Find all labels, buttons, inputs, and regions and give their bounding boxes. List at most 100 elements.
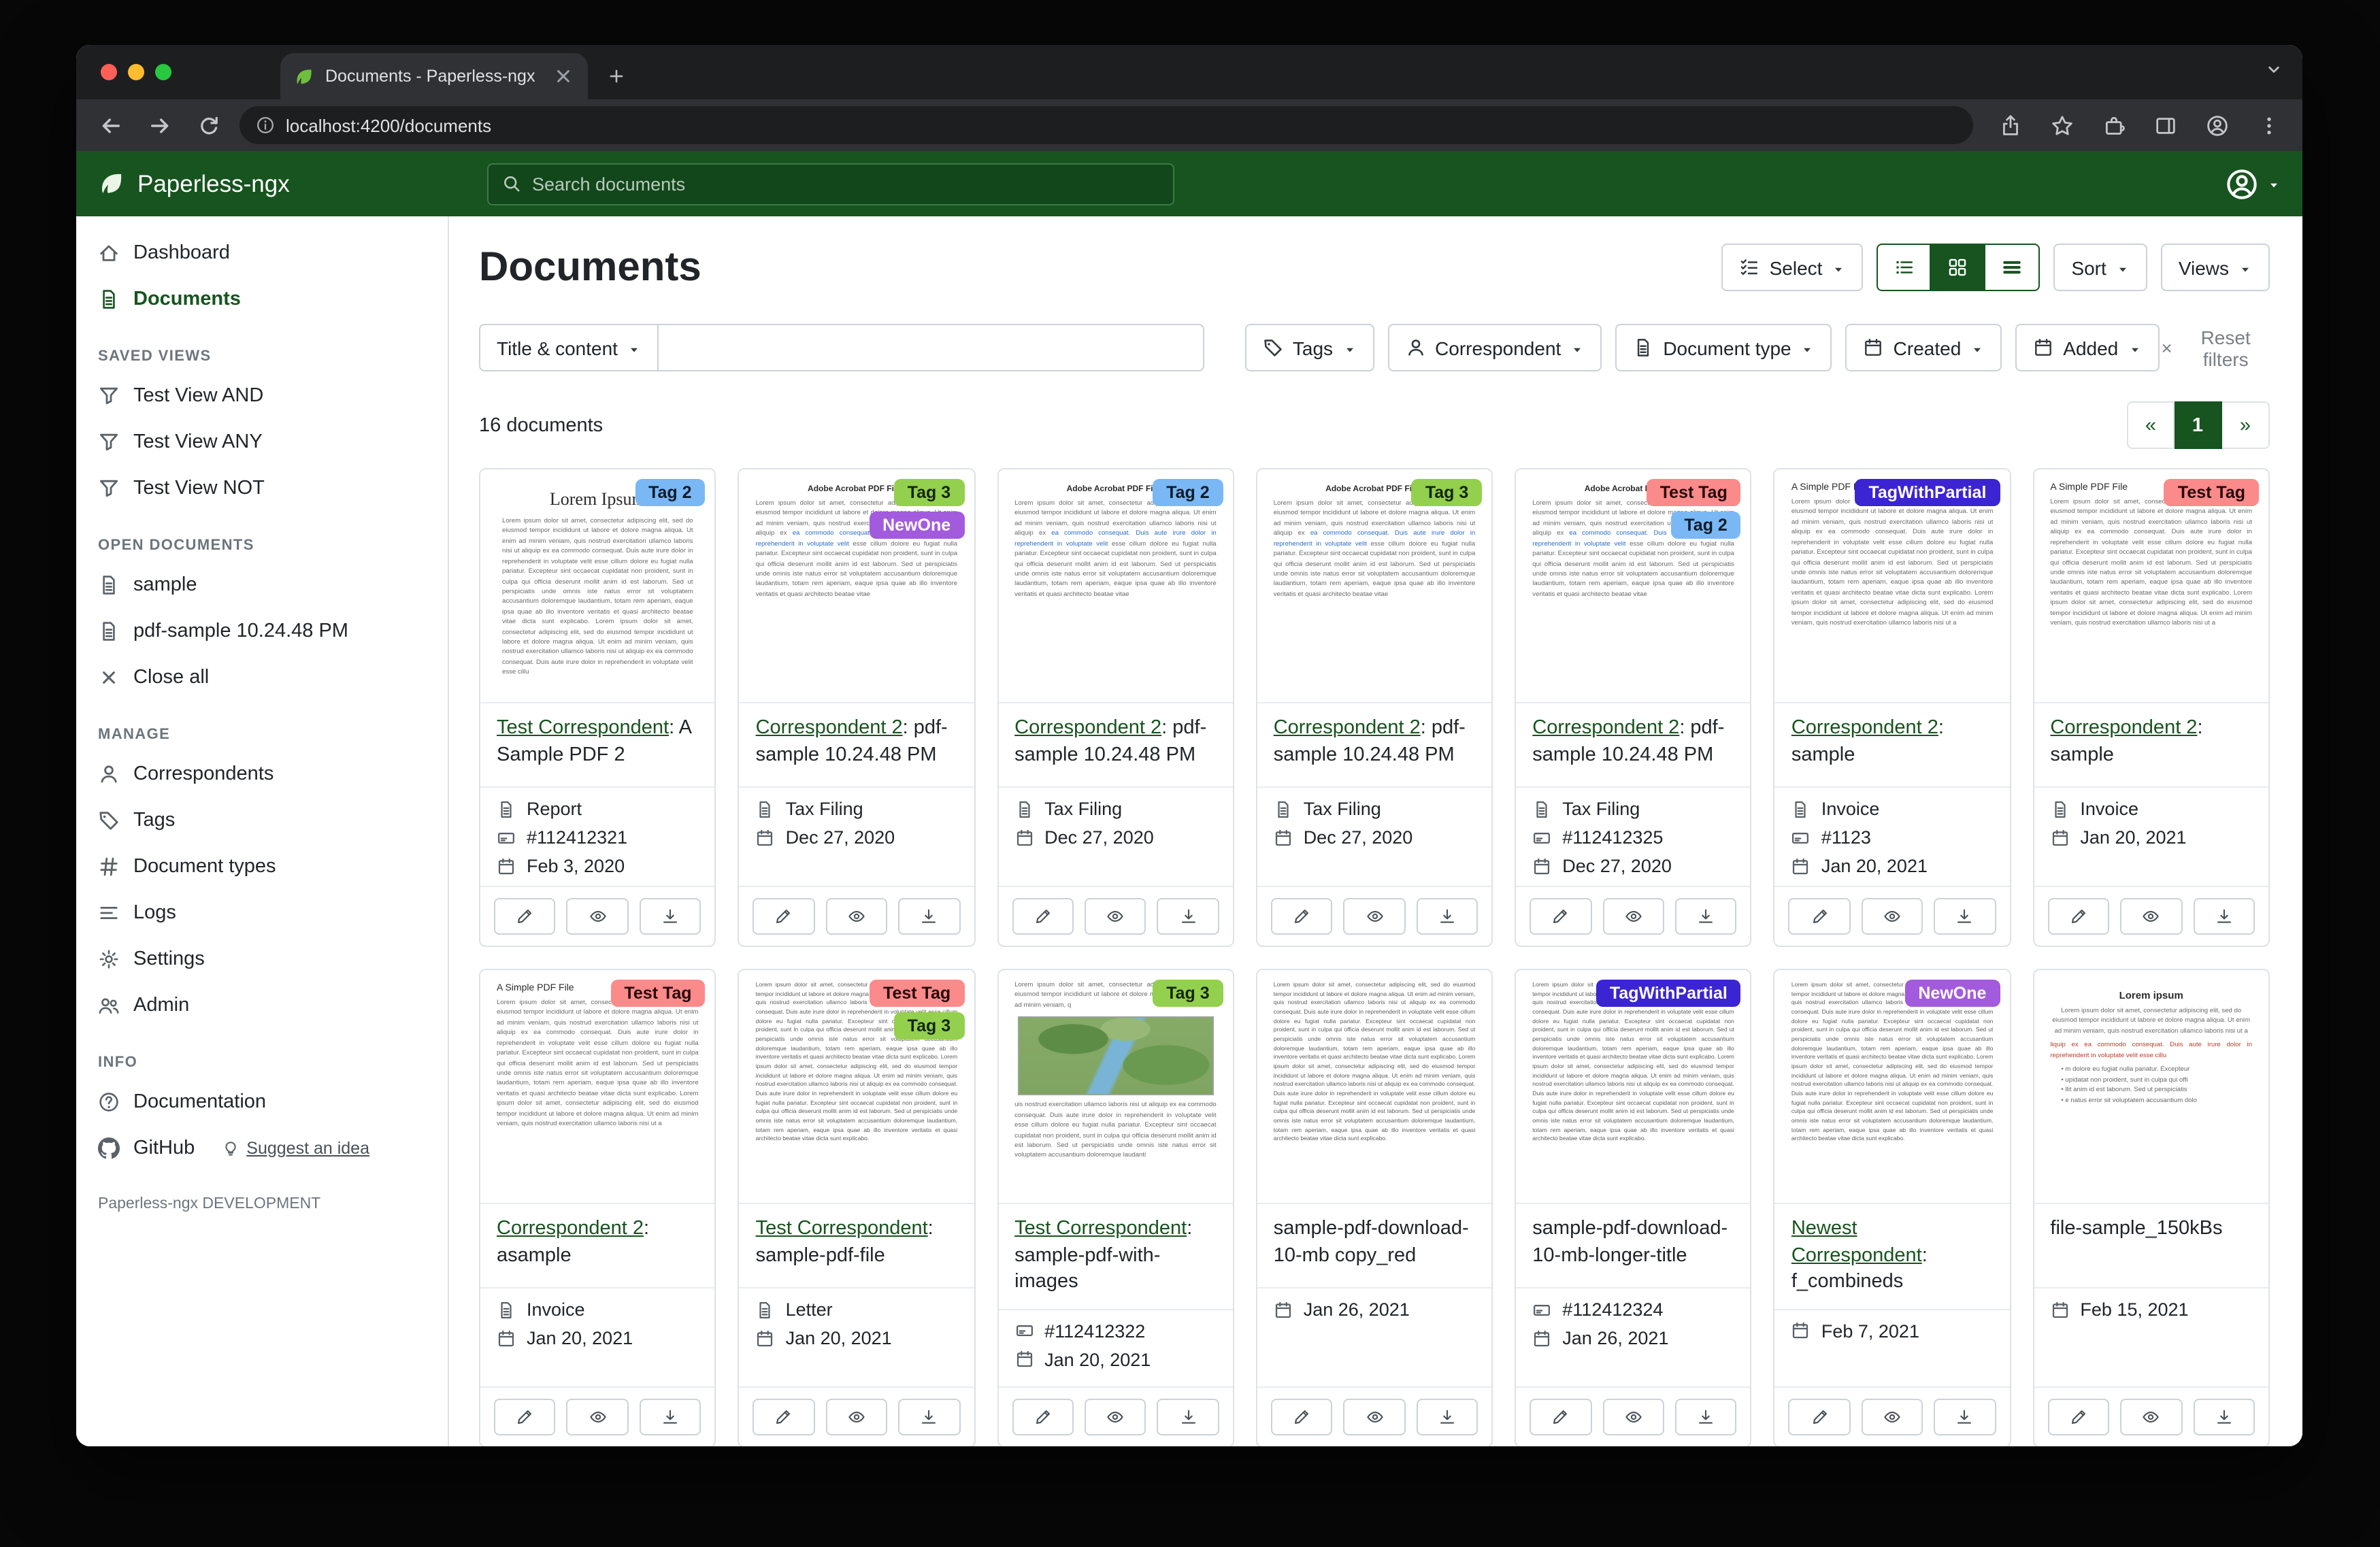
share-button[interactable] (1992, 107, 2028, 143)
view-document-button[interactable] (1862, 1399, 1923, 1435)
document-title[interactable]: Test Correspondent: sample-pdf-file (740, 1204, 974, 1288)
download-document-button[interactable] (1934, 898, 1996, 935)
correspondent-link[interactable]: Correspondent 2 (756, 717, 903, 739)
document-title[interactable]: Newest Correspondent: f_combineds (1775, 1204, 2010, 1310)
added-filter-button[interactable]: Added (2015, 324, 2159, 371)
app-brand[interactable]: Paperless-ngx (98, 169, 487, 198)
download-document-button[interactable] (2193, 898, 2255, 935)
correspondent-link[interactable]: Test Correspondent (1014, 1218, 1187, 1240)
edit-document-button[interactable] (1012, 1399, 1074, 1435)
edit-document-button[interactable] (1789, 1399, 1851, 1435)
document-thumbnail[interactable]: Lorem ipsum dolor sit amet, consectetur … (1775, 970, 2010, 1204)
reset-filters-button[interactable]: Reset filters (2159, 326, 2270, 369)
tag-badge[interactable]: Tag 2 (1670, 512, 1740, 539)
view-document-button[interactable] (825, 898, 887, 935)
download-document-button[interactable] (1416, 898, 1478, 935)
tag-badge[interactable]: Tag 2 (635, 479, 705, 506)
tag-badge[interactable]: TagWithPartial (1596, 980, 1741, 1007)
document-title[interactable]: Correspondent 2: sample (1775, 703, 2010, 788)
sidebar-item-test-view-not[interactable]: Test View NOT (76, 465, 448, 512)
back-button[interactable] (93, 107, 128, 143)
tag-badge[interactable]: Tag 3 (894, 1012, 964, 1039)
download-document-button[interactable] (1157, 1399, 1219, 1435)
views-button[interactable]: Views (2161, 244, 2270, 291)
sidebar-item-dashboard[interactable]: Dashboard (76, 230, 448, 276)
correspondent-link[interactable]: Correspondent 2 (2050, 717, 2197, 739)
sidebar-item-logs[interactable]: Logs (76, 890, 448, 936)
view-document-button[interactable] (1602, 898, 1664, 935)
view-document-button[interactable] (1602, 1399, 1664, 1435)
download-document-button[interactable] (1934, 1399, 1996, 1435)
zoom-window-button[interactable] (155, 64, 171, 80)
new-tab-button[interactable] (599, 59, 634, 94)
document-title[interactable]: sample-pdf-download-10-mb copy_red (1257, 1204, 1492, 1288)
document-thumbnail[interactable]: A Simple PDF FileLorem ipsum dolor sit a… (480, 970, 715, 1204)
sidebar-item-correspondents[interactable]: Correspondents (76, 751, 448, 797)
view-document-button[interactable] (2120, 1399, 2182, 1435)
document-thumbnail[interactable]: Lorem IpsumLorem ipsum dolor sit amet, c… (480, 469, 715, 703)
view-document-button[interactable] (1862, 898, 1923, 935)
document-title[interactable]: Correspondent 2: pdf-sample 10.24.48 PM (1257, 703, 1492, 788)
created-filter-button[interactable]: Created (1846, 324, 2002, 371)
edit-document-button[interactable] (1271, 1399, 1333, 1435)
sidebar-item-documentation[interactable]: Documentation (76, 1079, 448, 1125)
pagination-page-1[interactable]: 1 (2175, 401, 2222, 449)
sidebar-item-settings[interactable]: Settings (76, 936, 448, 982)
pagination-next-button[interactable]: » (2222, 401, 2270, 449)
download-document-button[interactable] (1157, 898, 1219, 935)
grid-view-button[interactable] (1931, 244, 1985, 291)
document-thumbnail[interactable]: Adobe Acrobat PDF FilesLorem ipsum dolor… (998, 469, 1233, 703)
view-document-button[interactable] (1085, 1399, 1146, 1435)
edit-document-button[interactable] (1271, 898, 1333, 935)
correspondent-link[interactable]: Correspondent 2 (497, 1218, 644, 1240)
edit-document-button[interactable] (1530, 898, 1591, 935)
download-document-button[interactable] (2193, 1399, 2255, 1435)
sidebar-item-open-doc-sample[interactable]: sample (76, 562, 448, 608)
sidebar-item-test-view-any[interactable]: Test View ANY (76, 419, 448, 465)
browser-menu-button[interactable] (2251, 107, 2286, 143)
close-tab-icon[interactable] (552, 65, 574, 87)
view-document-button[interactable] (2120, 898, 2182, 935)
document-title[interactable]: Correspondent 2: asample (480, 1204, 715, 1288)
browser-tab[interactable]: Documents - Paperless-ngx (280, 53, 588, 99)
filter-text-input[interactable] (659, 324, 1204, 371)
forward-button[interactable] (142, 107, 177, 143)
download-document-button[interactable] (898, 1399, 960, 1435)
close-window-button[interactable] (101, 64, 117, 80)
document-thumbnail[interactable]: Adobe Acrobat PDF FilesLorem ipsum dolor… (1516, 469, 1751, 703)
correspondent-link[interactable]: Correspondent 2 (1532, 717, 1679, 739)
tag-badge[interactable]: Tag 3 (1153, 980, 1223, 1007)
user-menu[interactable] (2225, 167, 2281, 201)
download-document-button[interactable] (1675, 1399, 1737, 1435)
edit-document-button[interactable] (1012, 898, 1074, 935)
edit-document-button[interactable] (753, 898, 815, 935)
view-document-button[interactable] (1344, 898, 1406, 935)
document-thumbnail[interactable]: Lorem ipsumLorem ipsum dolor sit amet, c… (2034, 970, 2268, 1204)
reload-button[interactable] (191, 107, 226, 143)
edit-document-button[interactable] (1530, 1399, 1591, 1435)
document-thumbnail[interactable]: Adobe Acrobat PDF FilesLorem ipsum dolor… (1257, 469, 1492, 703)
document-title[interactable]: Correspondent 2: pdf-sample 10.24.48 PM (740, 703, 974, 788)
tag-badge[interactable]: NewOne (869, 512, 964, 539)
view-document-button[interactable] (1344, 1399, 1406, 1435)
site-info-icon[interactable] (256, 116, 275, 135)
document-thumbnail[interactable]: A Simple PDF FileLorem ipsum dolor sit a… (1775, 469, 2010, 703)
correspondent-link[interactable]: Test Correspondent (756, 1218, 928, 1240)
sidebar-item-open-doc-pdf-sample[interactable]: pdf-sample 10.24.48 PM (76, 608, 448, 654)
edit-document-button[interactable] (2047, 898, 2109, 935)
pagination-prev-button[interactable]: « (2127, 401, 2175, 449)
document-thumbnail[interactable]: Lorem ipsum dolor sit amet, consectetur … (1516, 970, 1751, 1204)
correspondent-link[interactable]: Correspondent 2 (1274, 717, 1421, 739)
view-document-button[interactable] (567, 898, 629, 935)
document-title[interactable]: Correspondent 2: sample (2034, 703, 2268, 788)
bookmark-button[interactable] (2044, 107, 2079, 143)
tag-badge[interactable]: Test Tag (2164, 479, 2259, 506)
tag-badge[interactable]: NewOne (1904, 980, 2000, 1007)
document-thumbnail[interactable]: A Simple PDF FileLorem ipsum dolor sit a… (2034, 469, 2268, 703)
document-type-filter-button[interactable]: Document type (1615, 324, 1832, 371)
edit-document-button[interactable] (1789, 898, 1851, 935)
sidebar-item-document-types[interactable]: Document types (76, 844, 448, 890)
sidebar-item-github[interactable]: GitHub Suggest an idea (76, 1125, 448, 1171)
document-title[interactable]: Test Correspondent: A Sample PDF 2 (480, 703, 715, 788)
document-title[interactable]: Correspondent 2: pdf-sample 10.24.48 PM (998, 703, 1233, 788)
